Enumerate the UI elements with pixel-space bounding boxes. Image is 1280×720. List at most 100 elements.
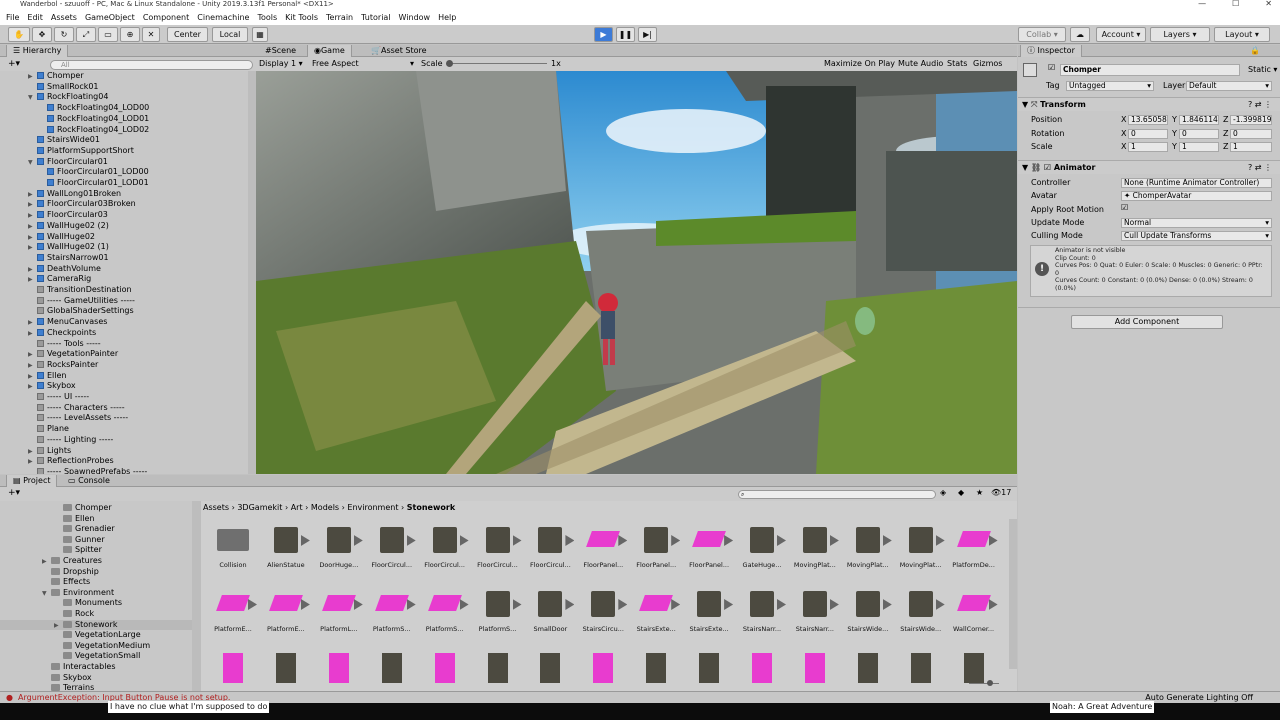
tab-console[interactable]: ▭ Console	[62, 475, 116, 487]
menu-component[interactable]: Component	[143, 13, 189, 22]
expand-arrow-icon[interactable]	[512, 535, 522, 546]
asset-item[interactable]: MovingPlat...	[844, 521, 892, 581]
transform-menu-icon[interactable]: ? ⇄ ⋮	[1248, 98, 1272, 112]
scale-z-field[interactable]: 1	[1230, 142, 1272, 152]
asset-item[interactable]: FloorCircul...	[421, 521, 469, 581]
asset-item[interactable]	[685, 649, 733, 691]
rotation-z-field[interactable]: 0	[1230, 129, 1272, 139]
asset-item[interactable]: FloorCircul...	[526, 521, 575, 581]
hierarchy-item[interactable]: Plane	[0, 424, 69, 435]
asset-item[interactable]	[844, 649, 892, 691]
expand-arrow-icon[interactable]	[459, 599, 469, 610]
maximize-on-play-toggle[interactable]: Maximize On Play	[824, 57, 895, 71]
expand-arrow-icon[interactable]	[935, 599, 945, 610]
project-folder-item[interactable]: Interactables	[0, 662, 192, 673]
menu-assets[interactable]: Assets	[51, 13, 77, 22]
tab-scene[interactable]: #Scene	[259, 45, 302, 57]
breadcrumb-item[interactable]: Assets	[203, 503, 229, 512]
expand-arrow-icon[interactable]	[882, 599, 892, 610]
asset-item[interactable]: StairsWide...	[897, 585, 945, 645]
menu-tools[interactable]: Tools	[257, 13, 277, 22]
hierarchy-item[interactable]: ▶ DeathVolume	[0, 264, 101, 275]
hierarchy-item[interactable]: FloorCircular01_LOD00	[0, 167, 149, 178]
expand-arrow-icon[interactable]	[459, 535, 469, 546]
expand-arrow-icon[interactable]	[565, 535, 575, 546]
hierarchy-item[interactable]: ▶ WallHuge02 (1)	[0, 242, 109, 253]
hierarchy-item[interactable]: ▶ Checkpoints	[0, 328, 96, 339]
hidden-count[interactable]: 👁17	[991, 488, 1011, 497]
expand-arrow-icon[interactable]	[406, 599, 416, 610]
tab-hierarchy[interactable]: ☰ Hierarchy	[6, 45, 69, 57]
project-folder-item[interactable]: VegetationLarge	[0, 630, 192, 641]
rotate-tool-icon[interactable]: ↻	[54, 27, 74, 42]
thumbnail-size-slider[interactable]	[969, 683, 999, 684]
project-folder-item[interactable]: Spitter	[0, 545, 192, 556]
hierarchy-item[interactable]: ▼ FloorCircular01	[0, 157, 108, 168]
tag-dropdown[interactable]: Untagged ▾	[1066, 81, 1154, 91]
expand-arrow-icon[interactable]	[565, 599, 575, 610]
account-dropdown[interactable]: Account ▾	[1096, 27, 1146, 42]
thumbnail-size-handle[interactable]	[987, 680, 993, 686]
menu-tutorial[interactable]: Tutorial	[361, 13, 390, 22]
project-folder-item[interactable]: Ellen	[0, 514, 192, 525]
asset-item[interactable]: FloorPanel...	[632, 521, 681, 581]
root-motion-checkbox[interactable]: ☑	[1121, 203, 1128, 212]
project-folder-item[interactable]: Dropship	[0, 567, 192, 578]
hierarchy-item[interactable]: StairsNarrow01	[0, 253, 109, 264]
transform-header[interactable]: ▼ ⤧ Transform ? ⇄ ⋮	[1018, 97, 1280, 111]
tab-game[interactable]: ◉Game	[307, 45, 352, 57]
menu-edit[interactable]: Edit	[27, 13, 43, 22]
project-folder-item[interactable]: Terrains	[0, 683, 192, 691]
project-folder-item[interactable]: Skybox	[0, 673, 192, 684]
project-tree-scrollbar[interactable]	[192, 501, 201, 691]
hierarchy-item[interactable]: ▶ CameraRig	[0, 274, 91, 285]
asset-item[interactable]	[738, 649, 786, 691]
asset-item[interactable]: FloorPanel...	[685, 521, 734, 581]
hierarchy-item[interactable]: StairsWide01	[0, 135, 100, 146]
hierarchy-item[interactable]: ▶ RocksPainter	[0, 360, 98, 371]
hierarchy-item[interactable]: PlatformSupportShort	[0, 146, 134, 157]
menu-terrain[interactable]: Terrain	[326, 13, 353, 22]
asset-item[interactable]: PlatformS...	[474, 585, 522, 645]
project-folder-item[interactable]: Effects	[0, 577, 192, 588]
scale-slider[interactable]	[447, 63, 547, 64]
project-folder-item[interactable]: VegetationSmall	[0, 651, 192, 662]
hierarchy-item[interactable]: ----- LevelAssets -----	[0, 413, 128, 424]
filter-type-icon[interactable]: ◈	[940, 488, 946, 497]
breadcrumb-item[interactable]: Models	[311, 503, 339, 512]
layers-dropdown[interactable]: Layers ▾	[1150, 27, 1210, 42]
asset-item[interactable]: StairsExte...	[632, 585, 681, 645]
position-z-field[interactable]: -1.399819	[1230, 115, 1272, 125]
stats-toggle[interactable]: Stats	[947, 57, 967, 71]
cloud-icon[interactable]: ☁	[1070, 27, 1090, 42]
hierarchy-item[interactable]: GlobalShaderSettings	[0, 306, 134, 317]
project-folder-item[interactable]: ▶ Stonework	[0, 619, 192, 631]
asset-item[interactable]	[209, 649, 257, 691]
snap-icon[interactable]: ▦	[252, 27, 268, 42]
asset-item[interactable]: PlatformS...	[421, 585, 469, 645]
breadcrumb-item[interactable]: Art	[291, 503, 303, 512]
asset-item[interactable]: StairsNarr...	[791, 585, 839, 645]
project-search-input[interactable]: ⌕	[738, 490, 936, 499]
asset-item[interactable]: StairsWide...	[844, 585, 892, 645]
expand-arrow-icon[interactable]	[777, 535, 786, 546]
hierarchy-item[interactable]: RockFloating04_LOD01	[0, 114, 149, 125]
hierarchy-item[interactable]: ----- SpawnedPrefabs -----	[0, 467, 147, 474]
hierarchy-item[interactable]: ▶ WallLong01Broken	[0, 189, 121, 200]
expand-arrow-icon[interactable]	[353, 535, 363, 546]
hand-tool-icon[interactable]: ✋	[8, 27, 30, 42]
animator-header[interactable]: ▼ ⛓ ☑ Animator ? ⇄ ⋮	[1018, 160, 1280, 174]
hierarchy-item[interactable]: ----- UI -----	[0, 392, 89, 403]
add-component-button[interactable]: Add Component	[1071, 315, 1223, 329]
scale-x-field[interactable]: 1	[1128, 142, 1168, 152]
collab-button[interactable]: Collab ▾	[1018, 27, 1066, 42]
hierarchy-item[interactable]: ▶ MenuCanvases	[0, 317, 107, 328]
display-dropdown[interactable]: Display 1 ▾	[259, 57, 303, 71]
hierarchy-item[interactable]: RockFloating04_LOD02	[0, 125, 149, 136]
expand-arrow-icon[interactable]	[300, 599, 310, 610]
expand-arrow-icon[interactable]	[618, 599, 628, 610]
hierarchy-item[interactable]: TransitionDestination	[0, 285, 132, 296]
layer-dropdown[interactable]: Default ▾	[1186, 81, 1272, 91]
pause-button[interactable]: ❚❚	[616, 27, 635, 42]
expand-arrow-icon[interactable]	[353, 599, 363, 610]
